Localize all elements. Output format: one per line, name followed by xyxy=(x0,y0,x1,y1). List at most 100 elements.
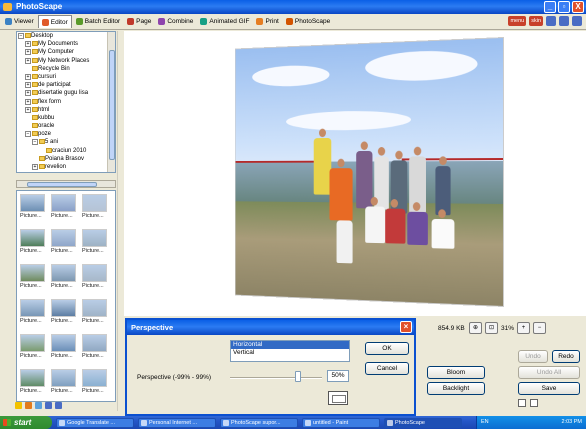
minimize-button[interactable]: _ xyxy=(544,1,556,13)
tab-combine[interactable]: Combine xyxy=(155,15,196,28)
thumbnail-item[interactable]: Picture... xyxy=(82,369,112,394)
backlight-button[interactable]: Backlight xyxy=(427,382,485,395)
tree-node[interactable]: −5 ani xyxy=(31,138,115,146)
undo-button[interactable]: Undo xyxy=(518,350,548,363)
forward-arrow-icon[interactable] xyxy=(55,402,62,409)
background-color-swatch[interactable] xyxy=(328,391,348,405)
direction-listbox[interactable]: Horizontal Vertical xyxy=(230,340,350,362)
thumbnail-item[interactable]: Picture... xyxy=(82,229,112,254)
close-button[interactable]: X xyxy=(572,1,584,13)
expand-toggle-icon[interactable]: + xyxy=(25,41,31,48)
thumbnail-item[interactable]: Picture... xyxy=(51,264,81,289)
tab-batch-editor[interactable]: Batch Editor xyxy=(73,15,123,28)
expand-toggle-icon[interactable]: + xyxy=(25,73,31,80)
settings-icon[interactable] xyxy=(546,16,556,26)
tab-print[interactable]: Print xyxy=(253,15,281,28)
thumbnail-item[interactable]: Picture... xyxy=(20,264,50,289)
expand-toggle-icon[interactable]: + xyxy=(25,98,31,105)
menu-button[interactable]: menu xyxy=(508,16,527,26)
tree-node[interactable]: + My Computer xyxy=(24,48,115,56)
fit-icon[interactable]: ⊕ xyxy=(469,322,482,334)
bloom-button[interactable]: Bloom xyxy=(427,366,485,379)
dialog-close-button[interactable]: × xyxy=(400,321,412,333)
expand-toggle-icon[interactable]: + xyxy=(25,82,31,89)
tree-node[interactable]: + flex form xyxy=(24,98,115,106)
print-icon[interactable] xyxy=(530,399,538,407)
cancel-button[interactable]: Cancel xyxy=(365,362,409,375)
folder-icon[interactable] xyxy=(35,402,42,409)
tree-node[interactable]: + cursuri xyxy=(24,73,115,81)
expand-toggle-icon[interactable]: + xyxy=(25,106,31,113)
thumbnail-item[interactable]: Picture... xyxy=(51,369,81,394)
expand-toggle-icon[interactable]: + xyxy=(25,49,31,56)
taskbar-item[interactable]: Personal Internet ... xyxy=(138,417,216,428)
thumbnail-item[interactable]: Picture... xyxy=(20,369,50,394)
tree-scrollbar[interactable] xyxy=(107,32,115,172)
tree-node[interactable]: + disertatie gugu lisa xyxy=(24,89,115,97)
zoom-out-icon[interactable]: − xyxy=(533,322,547,334)
taskbar-item[interactable]: untitled - Paint xyxy=(302,417,380,428)
thumbnail-item[interactable]: Picture... xyxy=(82,194,112,219)
thumbnail-item[interactable]: Picture... xyxy=(20,299,50,324)
star-icon[interactable] xyxy=(15,402,22,409)
page-icon[interactable] xyxy=(518,399,526,407)
perspective-slider-track[interactable] xyxy=(230,377,322,379)
back-arrow-icon[interactable] xyxy=(45,402,52,409)
skin-button[interactable]: skin xyxy=(529,16,543,26)
expand-toggle-icon[interactable]: + xyxy=(25,57,31,64)
tab-editor[interactable]: Editor xyxy=(37,15,72,28)
thumbnail-item[interactable]: Picture... xyxy=(20,194,50,219)
thumbnail-item[interactable]: Picture... xyxy=(51,194,81,219)
refresh-icon[interactable] xyxy=(25,402,32,409)
taskbar-item[interactable]: Google Translate ... xyxy=(56,417,134,428)
tree-horizontal-scrollbar[interactable] xyxy=(16,180,116,188)
expand-toggle-icon[interactable]: − xyxy=(32,139,38,146)
tab-animated-gif[interactable]: Animated GIF xyxy=(197,15,252,28)
thumbnail-item[interactable]: Picture... xyxy=(20,229,50,254)
expand-toggle-icon[interactable]: + xyxy=(25,90,31,97)
ok-button[interactable]: OK xyxy=(365,342,409,355)
tab-viewer[interactable]: Viewer xyxy=(2,15,37,28)
tree-node[interactable]: + revelion xyxy=(31,163,115,171)
tree-node[interactable]: Recycle Bin xyxy=(24,65,115,73)
thumbnail-item[interactable]: Picture... xyxy=(51,299,81,324)
thumbnail-item[interactable]: Picture... xyxy=(82,334,112,359)
thumbnail-item[interactable]: Picture... xyxy=(82,264,112,289)
expand-toggle-icon[interactable]: − xyxy=(18,33,24,39)
expand-toggle-icon[interactable]: + xyxy=(32,164,38,170)
tree-node[interactable]: Poiana Brasov xyxy=(31,155,115,163)
tab-page[interactable]: Page xyxy=(124,15,154,28)
tree-node[interactable]: + de participat xyxy=(24,81,115,89)
start-button[interactable]: start xyxy=(0,416,52,429)
editor-canvas[interactable] xyxy=(124,31,586,316)
thumbnail-item[interactable]: Picture... xyxy=(51,334,81,359)
tab-photoscape[interactable]: PhotoScape xyxy=(283,15,333,28)
taskbar-item[interactable]: PhotoScape xyxy=(384,417,462,428)
actual-size-icon[interactable]: ⊡ xyxy=(485,322,498,334)
tree-node[interactable]: + html xyxy=(24,106,115,114)
link-icon[interactable] xyxy=(559,16,569,26)
option-vertical[interactable]: Vertical xyxy=(231,349,349,357)
folder-tree[interactable]: − Desktop + My Documents + My Computer + My Net… xyxy=(16,31,116,173)
tree-node[interactable]: kubbu xyxy=(24,114,115,122)
help-icon[interactable] xyxy=(572,16,582,26)
language-indicator[interactable]: EN xyxy=(481,419,489,425)
maximize-button[interactable]: ▫ xyxy=(558,1,570,13)
tree-node[interactable]: + My Network Places xyxy=(24,57,115,65)
tree-node[interactable]: + My Documents xyxy=(24,40,115,48)
expand-toggle-icon[interactable]: − xyxy=(25,131,31,138)
undo-all-button[interactable]: Undo All xyxy=(518,366,580,379)
tree-node[interactable]: oracle xyxy=(24,122,115,130)
thumbnail-item[interactable]: Picture... xyxy=(20,334,50,359)
redo-button[interactable]: Redo xyxy=(552,350,580,363)
thumbnail-item[interactable]: Picture... xyxy=(51,229,81,254)
option-horizontal[interactable]: Horizontal xyxy=(231,341,349,349)
tree-node[interactable]: − Desktop xyxy=(17,32,115,40)
save-button[interactable]: Save xyxy=(518,382,580,395)
thumbnail-panel[interactable]: Picture... Picture... Picture... Picture...… xyxy=(16,190,116,402)
thumbnail-item[interactable]: Picture... xyxy=(82,299,112,324)
panel-splitter[interactable] xyxy=(117,31,124,411)
perspective-value[interactable]: 50% xyxy=(327,370,349,382)
tree-node[interactable]: − poze xyxy=(24,130,115,138)
zoom-in-icon[interactable]: + xyxy=(517,322,531,334)
